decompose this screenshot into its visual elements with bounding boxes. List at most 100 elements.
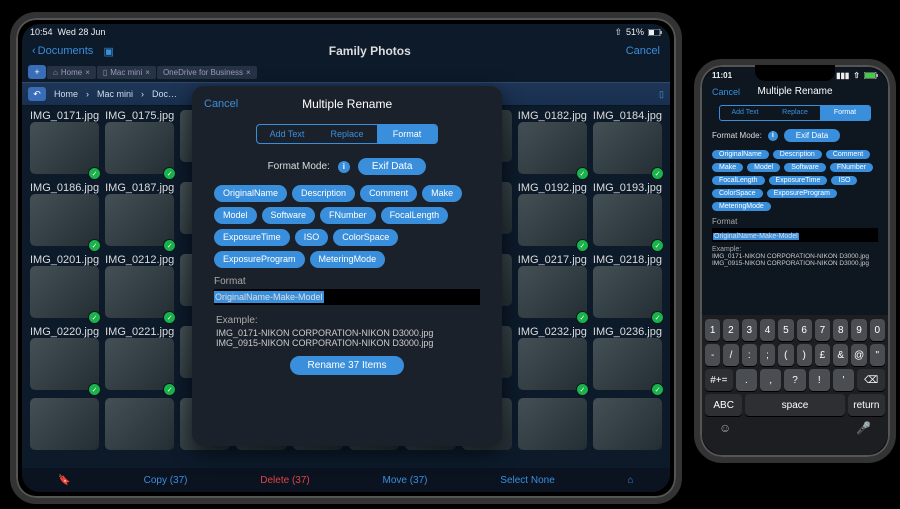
key[interactable]: ( <box>778 344 793 366</box>
key[interactable]: , <box>760 369 781 391</box>
exif-tag[interactable]: ISO <box>295 229 329 246</box>
format-mode-value[interactable]: Exif Data <box>784 129 840 142</box>
key[interactable]: £ <box>815 344 830 366</box>
exif-tag[interactable]: Comment <box>360 185 417 202</box>
key[interactable]: - <box>705 344 720 366</box>
key[interactable]: : <box>742 344 757 366</box>
exif-tag[interactable]: Make <box>712 163 743 172</box>
close-icon[interactable]: × <box>246 68 251 77</box>
key[interactable]: . <box>736 369 757 391</box>
key-return[interactable]: return <box>848 394 885 416</box>
breadcrumb-item[interactable]: Doc… <box>146 87 183 101</box>
cancel-button[interactable]: Cancel <box>626 45 660 57</box>
close-icon[interactable]: × <box>85 68 90 77</box>
key[interactable]: 0 <box>870 319 885 341</box>
key[interactable]: 7 <box>815 319 830 341</box>
photo-thumbnail[interactable]: ✓ <box>518 266 587 318</box>
photo-thumbnail[interactable] <box>593 398 662 450</box>
key[interactable]: 9 <box>851 319 866 341</box>
tab-home[interactable]: ⌂Home× <box>47 66 96 79</box>
cancel-button[interactable]: Cancel <box>712 87 740 97</box>
info-icon[interactable]: i <box>768 131 778 141</box>
photo-thumbnail[interactable]: ✓ <box>593 338 662 390</box>
exif-tag[interactable]: MeteringMode <box>712 202 771 211</box>
exif-tag[interactable]: Software <box>784 163 826 172</box>
key-abc[interactable]: ABC <box>705 394 742 416</box>
key[interactable]: 1 <box>705 319 720 341</box>
key[interactable]: ! <box>809 369 830 391</box>
photo-thumbnail[interactable]: ✓ <box>30 338 99 390</box>
key[interactable]: 2 <box>723 319 738 341</box>
photo-thumbnail[interactable]: ✓ <box>518 194 587 246</box>
exif-tag[interactable]: Make <box>422 185 462 202</box>
key[interactable]: " <box>870 344 885 366</box>
photo-thumbnail[interactable]: ✓ <box>105 194 174 246</box>
breadcrumb-back-button[interactable]: ↶ <box>28 87 46 101</box>
key[interactable]: ' <box>833 369 854 391</box>
select-none-button[interactable]: Select None <box>494 475 560 486</box>
close-icon[interactable]: × <box>145 68 150 77</box>
tag-button[interactable]: 🔖 <box>52 475 76 486</box>
tab-onedrive[interactable]: OneDrive for Business× <box>157 66 257 79</box>
exif-tag[interactable]: FocalLength <box>381 207 449 224</box>
iphone-keyboard[interactable]: 1234567890 -/:;()£&@" #+=.,?!'⌫ ABC spac… <box>702 315 888 455</box>
exif-tag[interactable]: Description <box>773 150 822 159</box>
exif-tag[interactable]: ColorSpace <box>712 189 763 198</box>
segment-replace[interactable]: Replace <box>770 106 820 120</box>
exif-tag[interactable]: Model <box>747 163 780 172</box>
key[interactable]: ) <box>797 344 812 366</box>
sidebar-toggle-icon[interactable]: ▣ <box>103 45 113 58</box>
move-button[interactable]: Move (37) <box>377 475 434 486</box>
exif-tag[interactable]: ColorSpace <box>333 229 398 246</box>
photo-thumbnail[interactable]: ✓ <box>593 122 662 174</box>
breadcrumb-item[interactable]: Home <box>48 87 84 101</box>
exif-tag[interactable]: ExposureProgram <box>767 189 837 198</box>
breadcrumb-item[interactable]: Mac mini <box>91 87 139 101</box>
exif-tag[interactable]: MeteringMode <box>310 251 386 268</box>
display-icon[interactable]: ▯ <box>659 89 664 100</box>
tab-mac-mini[interactable]: ▯Mac mini× <box>97 66 156 79</box>
exif-tag[interactable]: FNumber <box>320 207 376 224</box>
key[interactable]: / <box>723 344 738 366</box>
exif-tag[interactable]: OriginalName <box>214 185 287 202</box>
exif-tag[interactable]: Description <box>292 185 355 202</box>
photo-thumbnail[interactable]: ✓ <box>518 122 587 174</box>
photo-thumbnail[interactable]: ✓ <box>518 338 587 390</box>
segment-replace[interactable]: Replace <box>317 125 377 143</box>
mic-icon[interactable]: 🎤 <box>856 421 871 435</box>
photo-thumbnail[interactable]: ✓ <box>593 266 662 318</box>
rename-mode-segment[interactable]: Add Text Replace Format <box>719 105 871 121</box>
exif-tag[interactable]: Comment <box>826 150 870 159</box>
key[interactable]: & <box>833 344 848 366</box>
key-space[interactable]: space <box>745 394 844 416</box>
exif-tag[interactable]: ExposureProgram <box>214 251 305 268</box>
photo-thumbnail[interactable]: ✓ <box>30 266 99 318</box>
segment-format[interactable]: Format <box>377 125 437 143</box>
format-field[interactable]: OriginalName-Make-Model <box>214 289 480 305</box>
rename-items-button[interactable]: Rename 37 Items <box>290 356 405 375</box>
exif-tag[interactable]: ExposureTime <box>214 229 290 246</box>
exif-tag[interactable]: FocalLength <box>712 176 765 185</box>
format-mode-value[interactable]: Exif Data <box>358 158 427 175</box>
info-icon[interactable]: i <box>338 161 350 173</box>
photo-thumbnail[interactable]: ✓ <box>105 338 174 390</box>
key[interactable]: ⌫ <box>857 369 885 391</box>
format-field[interactable]: OriginalName-Make-Model <box>712 228 878 242</box>
new-tab-button[interactable]: + <box>28 65 46 79</box>
key[interactable]: ; <box>760 344 775 366</box>
key[interactable]: 5 <box>778 319 793 341</box>
key[interactable]: @ <box>851 344 866 366</box>
key[interactable]: 8 <box>833 319 848 341</box>
photo-thumbnail[interactable] <box>30 398 99 450</box>
key[interactable]: ? <box>784 369 805 391</box>
exif-tag[interactable]: Software <box>262 207 316 224</box>
exif-tag[interactable]: Model <box>214 207 257 224</box>
segment-format[interactable]: Format <box>820 106 870 120</box>
key[interactable]: 6 <box>797 319 812 341</box>
delete-button[interactable]: Delete (37) <box>254 475 315 486</box>
copy-button[interactable]: Copy (37) <box>138 475 194 486</box>
photo-thumbnail[interactable] <box>518 398 587 450</box>
exif-tag[interactable]: OriginalName <box>712 150 769 159</box>
segment-add-text[interactable]: Add Text <box>257 125 317 143</box>
back-button[interactable]: ‹Documents ▣ <box>32 45 114 58</box>
